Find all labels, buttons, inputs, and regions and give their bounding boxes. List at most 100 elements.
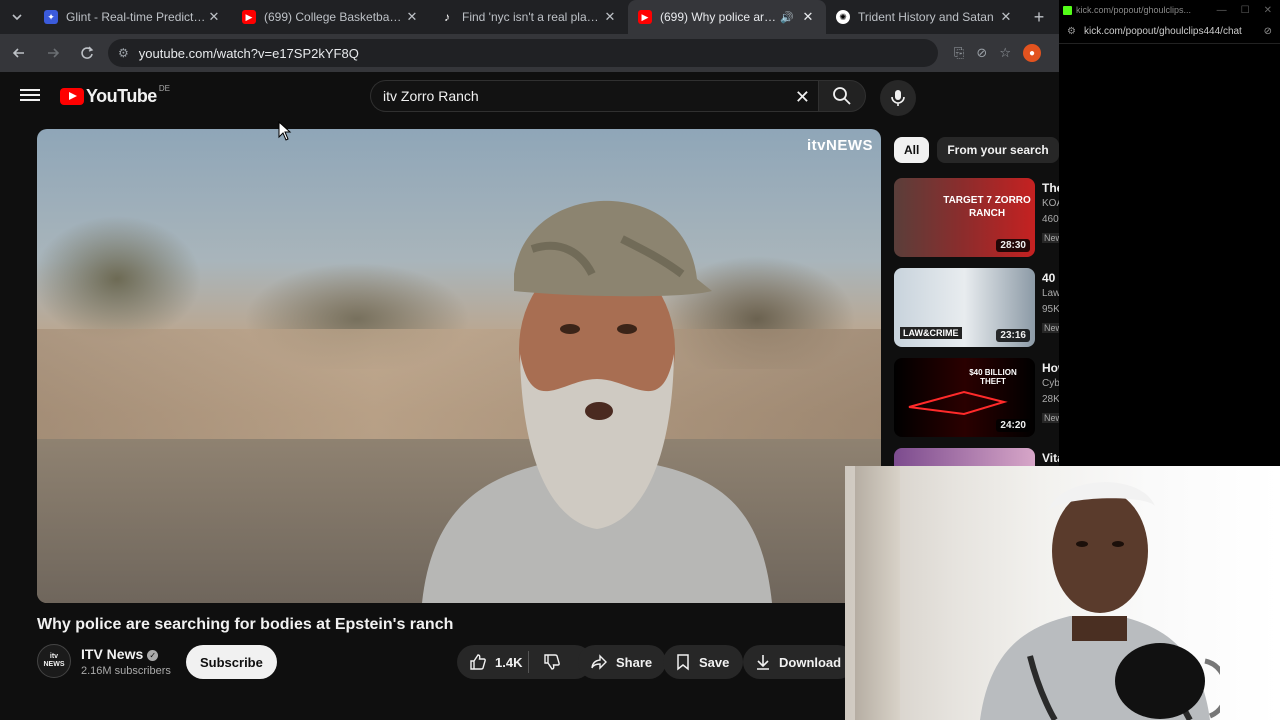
tab-search-button[interactable] bbox=[0, 0, 34, 34]
tab-tiktok[interactable]: ♪ Find 'nyc isn't a real place' on T ✕ bbox=[430, 0, 628, 34]
video-player[interactable]: itvNEWS bbox=[37, 129, 881, 603]
recommendation-meta: The Jef KOA 460 New bbox=[1042, 180, 1059, 246]
channel-avatar[interactable]: itv NEWS bbox=[37, 644, 71, 678]
close-icon[interactable]: ✕ bbox=[998, 9, 1014, 25]
recommendation-title[interactable]: Vita bbox=[1042, 450, 1059, 466]
search-input[interactable]: itv Zorro Ranch ✕ bbox=[370, 80, 818, 112]
like-count: 1.4K bbox=[495, 654, 523, 670]
avatar-text: itv bbox=[49, 653, 59, 660]
address-bar-actions: ⎘ ⊘ ☆ ● bbox=[954, 44, 1041, 62]
save-button[interactable]: Save bbox=[663, 645, 744, 679]
speaker-icon[interactable]: 🔊 bbox=[780, 11, 796, 24]
dislike-button[interactable] bbox=[543, 653, 561, 671]
search-button[interactable] bbox=[818, 80, 866, 112]
close-icon[interactable]: ✕ bbox=[602, 9, 618, 25]
popout-title: kick.com/popout/ghoulclips... bbox=[1076, 5, 1192, 15]
video-thumbnail[interactable]: $40 BILLION THEFT 24:20 bbox=[894, 358, 1035, 437]
share-button[interactable]: Share bbox=[578, 645, 667, 679]
microphone-icon bbox=[891, 90, 905, 106]
chip-all[interactable]: All bbox=[894, 137, 930, 163]
omnibox[interactable]: ⚙ youtube.com/watch?v=e17SP2kYF8Q bbox=[108, 39, 938, 67]
like-button[interactable] bbox=[469, 653, 487, 671]
video-duration: 28:30 bbox=[996, 239, 1030, 252]
tab-title: (699) Why police are search bbox=[660, 10, 780, 24]
new-badge: New bbox=[1042, 233, 1059, 243]
youtube-icon: ▶ bbox=[242, 10, 256, 24]
recommendation-views: 28K bbox=[1042, 394, 1059, 405]
kick-icon bbox=[1063, 5, 1072, 15]
close-icon[interactable]: ✕ bbox=[206, 9, 222, 25]
window-controls: — ☐ ✕ bbox=[1217, 5, 1280, 16]
subscribe-button[interactable]: Subscribe bbox=[186, 645, 277, 679]
recommendation-views: 460 bbox=[1042, 214, 1059, 225]
recommendation-views: 95K bbox=[1042, 304, 1059, 315]
extension-icon[interactable]: ● bbox=[1022, 44, 1041, 62]
popout-url-bar[interactable]: ⚙ kick.com/popout/ghoulclips444/chat ⊘ bbox=[1059, 20, 1280, 44]
tab-youtube-police[interactable]: ▶ (699) Why police are search 🔊 ✕ bbox=[628, 0, 826, 34]
tab-title: (699) College Basketball top pl bbox=[264, 10, 404, 24]
install-app-icon[interactable]: ⎘ bbox=[954, 45, 964, 61]
eye-off-icon[interactable]: ⊘ bbox=[976, 45, 987, 61]
popout-url: kick.com/popout/ghoulclips444/chat bbox=[1083, 26, 1242, 37]
youtube-play-icon bbox=[60, 88, 84, 105]
tab-youtube-basketball[interactable]: ▶ (699) College Basketball top pl ✕ bbox=[232, 0, 430, 34]
reload-button[interactable] bbox=[72, 38, 102, 68]
menu-icon[interactable] bbox=[20, 86, 40, 106]
tab-title: Find 'nyc isn't a real place' on T bbox=[462, 10, 602, 24]
recommendation-title[interactable]: 40 I Eps bbox=[1042, 270, 1059, 286]
recommendation-title[interactable]: The Jef bbox=[1042, 180, 1059, 196]
back-button[interactable] bbox=[4, 38, 34, 68]
save-label: Save bbox=[699, 654, 730, 670]
channel-name[interactable]: ITV News ✓ bbox=[81, 646, 159, 662]
url-text: youtube.com/watch?v=e17SP2kYF8Q bbox=[138, 45, 359, 61]
recommendation-channel: Cyb bbox=[1042, 378, 1059, 389]
recommendation-item[interactable]: TARGET 7 ZORRO RANCH 28:30 The Jef KOA 4… bbox=[894, 178, 1059, 258]
recommendation-title[interactable]: How Figh bbox=[1042, 360, 1059, 376]
bookmark-star-icon[interactable]: ☆ bbox=[999, 45, 1011, 61]
video-title: Why police are searching for bodies at E… bbox=[37, 616, 454, 633]
maximize-icon[interactable]: ☐ bbox=[1241, 5, 1250, 16]
recommendation-item[interactable]: Vita bbox=[894, 448, 1059, 466]
recommendation-item[interactable]: $40 BILLION THEFT 24:20 How Figh Cyb 28K… bbox=[894, 358, 1059, 438]
tab-chatgpt[interactable]: ✺ Trident History and Satan ✕ bbox=[826, 0, 1024, 34]
chip-from-your-search[interactable]: From your search bbox=[937, 137, 1059, 163]
chatgpt-icon: ✺ bbox=[836, 10, 850, 24]
country-code: DE bbox=[158, 84, 170, 93]
forward-button[interactable] bbox=[38, 38, 68, 68]
close-icon[interactable]: ✕ bbox=[800, 9, 816, 25]
close-icon[interactable]: ✕ bbox=[404, 9, 420, 25]
youtube-logo[interactable]: YouTube DE bbox=[60, 84, 170, 107]
thumbs-down-icon bbox=[544, 654, 561, 670]
video-thumbnail[interactable]: LAW&CRIME 23:16 bbox=[894, 268, 1035, 347]
video-person-image bbox=[422, 200, 772, 603]
verified-icon: ✓ bbox=[147, 649, 159, 661]
like-dislike-group: 1.4K bbox=[457, 645, 592, 679]
site-settings-icon[interactable]: ⚙ bbox=[1067, 26, 1076, 37]
clear-icon[interactable]: ✕ bbox=[795, 87, 810, 108]
close-icon[interactable]: ✕ bbox=[1264, 5, 1272, 16]
video-thumbnail[interactable]: TARGET 7 ZORRO RANCH 28:30 bbox=[894, 178, 1035, 257]
address-bar: ⚙ youtube.com/watch?v=e17SP2kYF8Q ⎘ ⊘ ☆ … bbox=[0, 34, 1059, 72]
recommendation-item[interactable]: LAW&CRIME 23:16 40 I Eps Law 95K New bbox=[894, 268, 1059, 348]
download-button[interactable]: Download bbox=[743, 645, 856, 679]
thumbnail-text: TARGET 7 ZORRO RANCH bbox=[943, 195, 1031, 219]
site-settings-icon[interactable]: ⚙ bbox=[118, 46, 129, 60]
eye-off-icon[interactable]: ⊘ bbox=[1264, 26, 1272, 37]
channel-name-text: ITV News bbox=[81, 646, 144, 662]
filter-chips: All From your search bbox=[894, 137, 1059, 163]
tab-glint[interactable]: ✦ Glint - Real-time Prediction Ma ✕ bbox=[34, 0, 232, 34]
new-tab-button[interactable]: + bbox=[1024, 7, 1054, 28]
voice-search-button[interactable] bbox=[880, 80, 916, 116]
share-label: Share bbox=[616, 654, 653, 670]
thumbs-up-icon bbox=[470, 654, 486, 670]
tab-title: Glint - Real-time Prediction Ma bbox=[66, 10, 206, 24]
minimize-icon[interactable]: — bbox=[1217, 5, 1227, 16]
avatar-text: NEWS bbox=[43, 661, 65, 668]
webcam-person-image bbox=[980, 482, 1220, 720]
shark-graphic bbox=[908, 390, 1008, 416]
video-thumbnail[interactable] bbox=[894, 448, 1035, 466]
tab-bar: ✦ Glint - Real-time Prediction Ma ✕ ▶ (6… bbox=[0, 0, 1059, 34]
recommendation-channel: KOA bbox=[1042, 198, 1059, 209]
arrow-left-icon bbox=[12, 48, 24, 58]
video-duration: 24:20 bbox=[996, 419, 1030, 432]
